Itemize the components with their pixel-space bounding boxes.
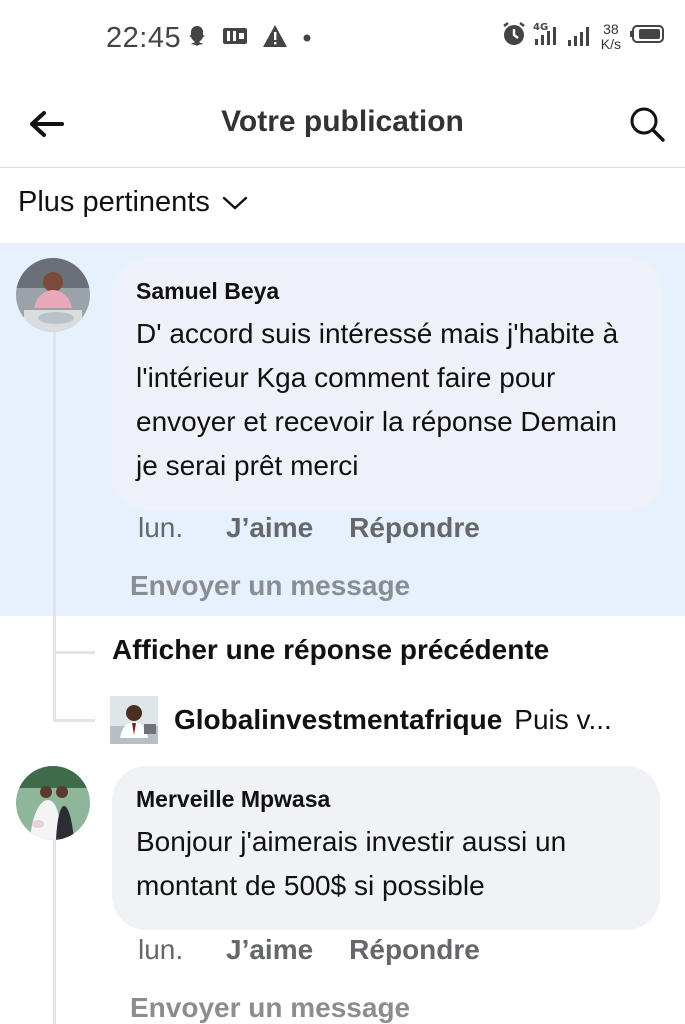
reply-snippet: Puis v... xyxy=(514,704,612,735)
thread-branch xyxy=(53,651,95,654)
reply-button[interactable]: Répondre xyxy=(349,934,480,966)
network-speed: 38 K/s xyxy=(600,20,621,52)
show-previous-reply-link[interactable]: Afficher une réponse précédente xyxy=(112,634,549,666)
signal-bars-icon xyxy=(567,21,593,52)
chevron-down-icon xyxy=(222,196,248,210)
system-icons: 4G 38 K/s xyxy=(501,20,665,53)
comment-bubble: Merveille Mpwasa Bonjour j'aimerais inve… xyxy=(112,766,660,930)
search-icon xyxy=(630,107,665,142)
comment-text: Bonjour j'aimerais investir aussi un mon… xyxy=(136,826,567,901)
thread-line xyxy=(53,330,56,720)
comment-author[interactable]: Samuel Beya xyxy=(136,278,638,305)
app-header: Votre publication xyxy=(0,80,685,168)
thread-line xyxy=(53,840,56,1024)
warning-icon xyxy=(262,24,288,53)
avatar[interactable] xyxy=(16,766,90,840)
reply-preview[interactable]: Globalinvestmentafrique Puis v... xyxy=(110,696,670,744)
send-message-button[interactable]: Envoyer un message xyxy=(130,992,410,1024)
comment-bubble: Samuel Beya D' accord suis intéressé mai… xyxy=(112,258,662,510)
like-button[interactable]: J’aime xyxy=(226,512,313,544)
reply-author: Globalinvestmentafrique xyxy=(174,704,503,735)
signal-4g-icon: 4G xyxy=(533,20,561,53)
dot-icon xyxy=(302,30,312,48)
comment-author[interactable]: Merveille Mpwasa xyxy=(136,786,636,813)
comment-actions: lun. J’aime Répondre xyxy=(138,512,480,544)
avatar[interactable] xyxy=(16,258,90,332)
status-time: 22:45 xyxy=(106,22,182,54)
wallet-icon xyxy=(222,25,248,52)
status-bar: 22:45 4G 38 K/s xyxy=(0,0,685,80)
thread-branch xyxy=(53,719,95,722)
notification-icons xyxy=(186,24,312,53)
avatar xyxy=(110,696,158,744)
snapchat-icon xyxy=(186,24,208,53)
page-title: Votre publication xyxy=(221,105,464,138)
sort-dropdown[interactable]: Plus pertinents xyxy=(18,186,248,219)
search-button[interactable] xyxy=(625,102,669,146)
reply-button[interactable]: Répondre xyxy=(349,512,480,544)
sort-label: Plus pertinents xyxy=(18,186,210,218)
comment-time: lun. xyxy=(138,934,184,965)
comment-text: D' accord suis intéressé mais j'habite à… xyxy=(136,318,619,481)
comments-screen: 22:45 4G 38 K/s Votre publication Plus p… xyxy=(0,0,685,1024)
svg-text:4G: 4G xyxy=(533,22,548,33)
comment-time: lun. xyxy=(138,512,184,543)
like-button[interactable]: J’aime xyxy=(226,934,313,966)
comment-actions: lun. J’aime Répondre xyxy=(138,934,480,966)
send-message-button[interactable]: Envoyer un message xyxy=(130,570,410,602)
battery-icon xyxy=(629,24,665,49)
alarm-icon xyxy=(501,21,527,52)
